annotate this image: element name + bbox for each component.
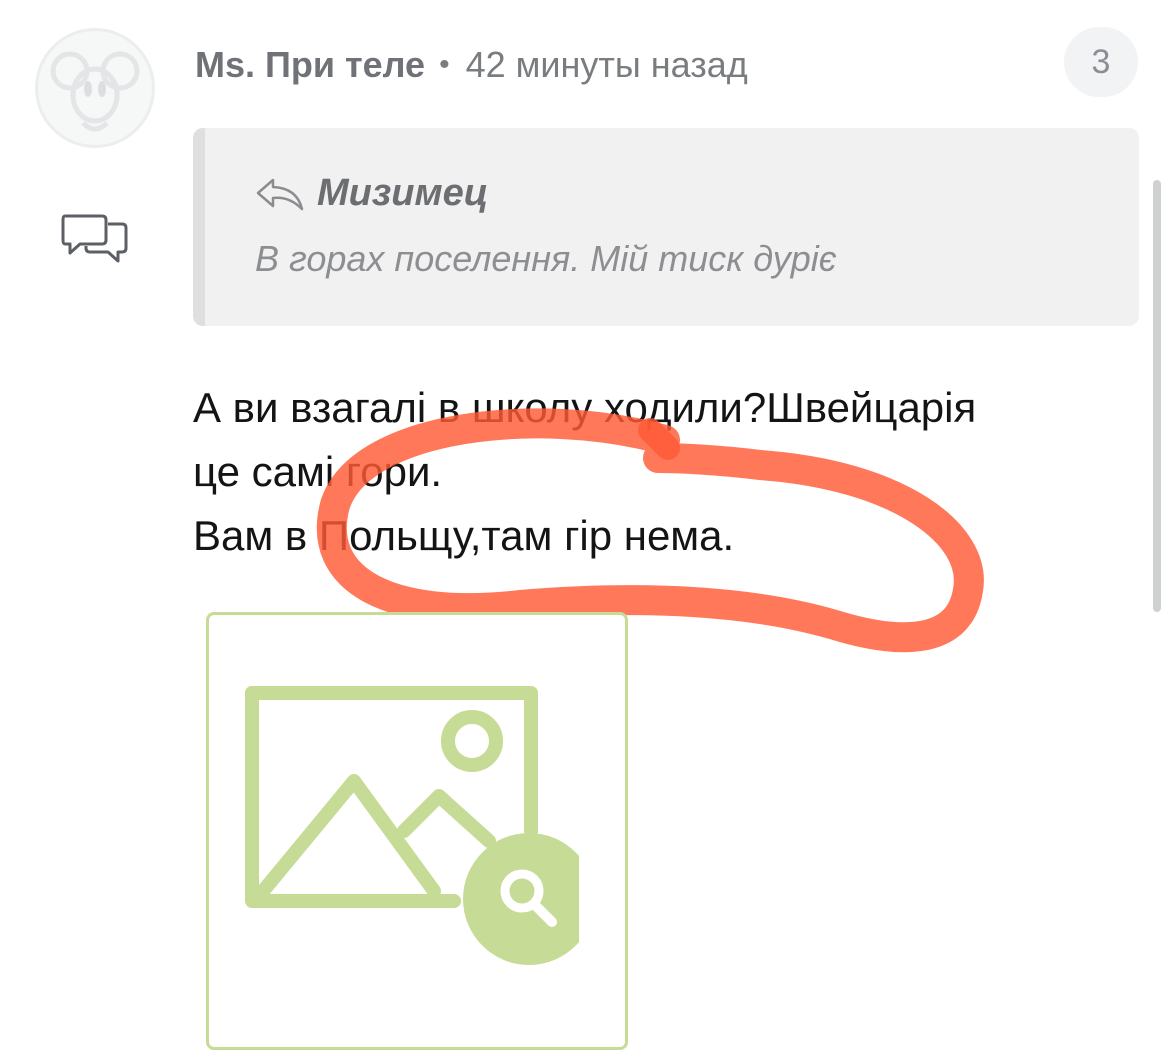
avatar[interactable] xyxy=(35,28,155,148)
quoted-text: В горах поселення. Мій тиск дуріє xyxy=(255,238,837,279)
separator-dot: • xyxy=(439,48,450,81)
reply-count-badge[interactable]: 3 xyxy=(1064,27,1138,97)
avatar-character-icon xyxy=(39,32,151,144)
comment-line: це самі гори. xyxy=(193,448,443,495)
comment-header: Ms. При теле • 42 минуты назад xyxy=(195,40,748,90)
quoted-reply[interactable]: Мизимец В горах поселення. Мій тиск дурі… xyxy=(193,128,1139,326)
comment-line: А ви взагалі в школу ходили?Швейцарія xyxy=(193,384,977,431)
reply-arrow-icon xyxy=(256,178,304,210)
author-name[interactable]: Ms. При теле xyxy=(195,44,425,86)
image-attachment[interactable] xyxy=(206,612,628,1050)
scrollbar[interactable] xyxy=(1153,180,1161,612)
quoted-author: Мизимец xyxy=(255,172,488,215)
timestamp: 42 минуты назад xyxy=(465,44,748,85)
comment-line: Вам в Польщу,там гір нема. xyxy=(193,512,735,559)
comment-body: А ви взагалі в школу ходили?Швейцарія це… xyxy=(193,376,1123,568)
speech-bubbles-icon[interactable] xyxy=(60,210,130,270)
comment-card: Ms. При теле • 42 минуты назад 3 Мизимец… xyxy=(0,0,1170,1060)
image-search-icon xyxy=(245,686,579,965)
quoted-author-name: Мизимец xyxy=(317,172,489,214)
